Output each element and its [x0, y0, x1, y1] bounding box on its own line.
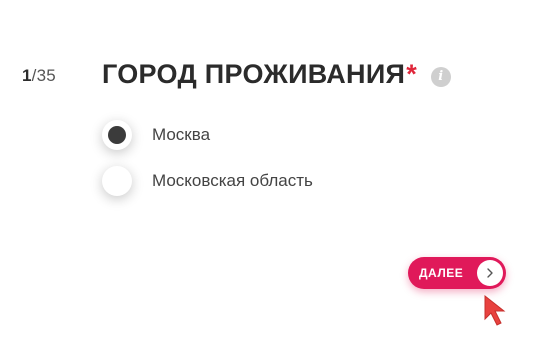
radio-button[interactable] — [102, 166, 132, 196]
required-marker: * — [406, 59, 417, 89]
question-header: ГОРОД ПРОЖИВАНИЯ * i — [102, 59, 451, 90]
chevron-right-icon — [477, 260, 503, 286]
radio-selected-dot — [108, 126, 126, 144]
info-icon[interactable]: i — [430, 66, 451, 87]
option-moscow-region[interactable]: Московская область — [102, 165, 313, 197]
option-label: Москва — [152, 125, 211, 144]
answer-options: Москва Московская область — [102, 119, 313, 211]
question-screen: 1/35 ГОРОД ПРОЖИВАНИЯ * i Москва Московс… — [0, 0, 536, 360]
question-counter-current: 1 — [22, 66, 32, 85]
question-counter: 1/35 — [22, 66, 56, 86]
question-title: ГОРОД ПРОЖИВАНИЯ — [102, 59, 406, 89]
next-button-label: ДАЛЕЕ — [419, 266, 464, 280]
radio-button-selected[interactable] — [102, 120, 132, 150]
question-counter-total: /35 — [31, 66, 56, 85]
option-moscow[interactable]: Москва — [102, 119, 313, 151]
next-button[interactable]: ДАЛЕЕ — [408, 257, 506, 289]
mouse-pointer-icon — [484, 294, 506, 326]
option-label: Московская область — [152, 171, 313, 190]
